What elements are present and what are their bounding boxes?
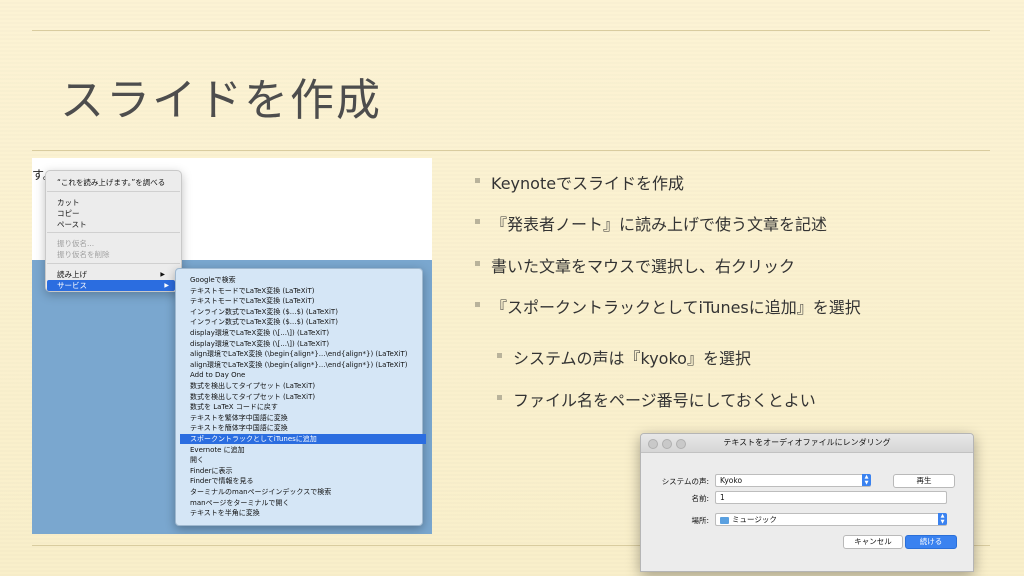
voice-label: システムの声: — [661, 477, 709, 486]
services-menu-item[interactable]: Finderで情報を見る — [180, 476, 426, 486]
bullet-2: 『発表者ノート』に読み上げで使う文章を記述 — [475, 211, 828, 235]
bullet-1: Keynoteでスライドを作成 — [475, 170, 685, 194]
close-window-icon[interactable] — [648, 439, 658, 449]
zoom-window-icon[interactable] — [676, 439, 686, 449]
dropdown-stepper-icon: ▲ ▼ — [938, 513, 947, 525]
context-menu: “これを読み上げます。”を調べる カットコピーペースト振り仮名... 振り仮名を削除… — [45, 170, 182, 292]
menu-item-label: 振り仮名... — [57, 239, 95, 248]
bullet-marker — [475, 178, 480, 183]
top-rule — [32, 30, 990, 31]
bullet-3: 書いた文章をマウスで選択し、右クリック — [475, 253, 796, 277]
services-submenu: Googleで検索 テキストモードでLaTeX変換 (LaTeXiT) テキストモー… — [175, 268, 426, 526]
bullet-marker — [475, 302, 480, 307]
menu-separator — [47, 191, 180, 192]
context-menu-item[interactable]: 読み上げ ▶ — [57, 269, 171, 280]
title-rule — [32, 150, 990, 151]
services-menu-item[interactable]: インライン数式でLaTeX変換 ($...$) (LaTeXiT) — [180, 307, 426, 317]
location-value: ミュージック — [732, 515, 777, 524]
submenu-arrow-icon: ▶ — [164, 282, 169, 289]
name-label: 名前: — [691, 494, 709, 503]
services-menu-item[interactable]: 数式を検出してタイプセット (LaTeXiT) — [180, 381, 426, 391]
menu-item-label: ペースト — [57, 220, 87, 229]
services-menu-item[interactable]: インライン数式でLaTeX変換 ($...$) (LaTeXiT) — [180, 317, 426, 327]
context-menu-screenshot: す。 “これを読み上げます。”を調べる カット コピー ペースト 振り仮名... 振り仮名… — [32, 158, 432, 534]
services-menu-item[interactable]: スポークントラックとしてiTunesに追加 — [180, 434, 426, 445]
bullet-4: 『スポークントラックとしてiTunesに追加』を選択 — [475, 294, 861, 318]
subbullet-1: システムの声は『kyoko』を選択 — [497, 345, 751, 369]
services-menu-item[interactable]: display環境でLaTeX変換 (\[...\]) (LaTeXiT) — [180, 328, 426, 338]
name-value: 1 — [720, 493, 725, 502]
cancel-button[interactable]: キャンセル — [843, 535, 903, 549]
context-menu-item: 振り仮名... — [57, 238, 171, 249]
slide-title: スライドを作成 — [60, 75, 382, 126]
play-button[interactable]: 再生 — [893, 474, 955, 488]
services-menu-item[interactable]: manページをターミナルで開く — [180, 498, 426, 508]
menu-item-label: サービス — [57, 281, 87, 290]
name-input[interactable]: 1 — [715, 491, 947, 504]
dropdown-stepper-icon: ▲ ▼ — [862, 474, 871, 486]
subbullet-2: ファイル名をページ番号にしておくとよい — [497, 387, 816, 411]
render-audio-dialog: テキストをオーディオファイルにレンダリング システムの声: Kyoko ▲ ▼ 再… — [640, 433, 974, 572]
bullet-marker — [497, 395, 502, 400]
voice-select[interactable]: Kyoko ▲ ▼ — [715, 474, 871, 487]
services-menu-item[interactable]: align環境でLaTeX変換 (\begin{align*}...\end{a… — [180, 360, 426, 370]
bullet-text: Keynoteでスライドを作成 — [491, 174, 685, 193]
services-menu-item[interactable]: Evernote に追加 — [180, 445, 426, 455]
context-menu-item[interactable]: コピー — [57, 208, 171, 219]
dialog-titlebar: テキストをオーディオファイルにレンダリング — [641, 434, 973, 453]
minimize-window-icon[interactable] — [662, 439, 672, 449]
continue-button[interactable]: 続ける — [905, 535, 957, 549]
menu-item-label: カット — [57, 198, 80, 207]
bullet-text: 『スポークントラックとしてiTunesに追加』を選択 — [491, 298, 861, 317]
services-menu-item[interactable]: Googleで検索 — [180, 275, 426, 285]
bullet-marker — [475, 219, 480, 224]
voice-value: Kyoko — [720, 476, 743, 485]
services-menu-item[interactable]: ターミナルのmanページインデックスで検索 — [180, 487, 426, 497]
services-menu-item[interactable]: 開く — [180, 455, 426, 465]
context-menu-item[interactable]: ペースト — [57, 219, 171, 230]
context-menu-item[interactable]: カット — [57, 197, 171, 208]
services-menu-item[interactable]: Finderに表示 — [180, 466, 426, 476]
menu-item-label: “これを読み上げます。”を調べる — [57, 178, 166, 187]
services-menu-item[interactable]: Add to Day One — [180, 370, 426, 380]
services-menu-item[interactable]: テキストモードでLaTeX変換 (LaTeXiT) — [180, 296, 426, 306]
services-menu-item[interactable]: display環境でLaTeX変換 (\[...\]) (LaTeXiT) — [180, 339, 426, 349]
dialog-title: テキストをオーディオファイルにレンダリング — [723, 438, 891, 447]
services-menu-item[interactable]: テキストモードでLaTeX変換 (LaTeXiT) — [180, 286, 426, 296]
location-select[interactable]: ミュージック ▲ ▼ — [715, 513, 947, 526]
bullet-text: 『発表者ノート』に読み上げで使う文章を記述 — [491, 215, 828, 234]
menu-separator — [47, 263, 180, 264]
menu-item-label: 読み上げ — [57, 270, 87, 279]
services-menu-item[interactable]: テキストを半角に変換 — [180, 508, 426, 518]
bullet-marker — [475, 261, 480, 266]
menu-item-label: コピー — [57, 209, 80, 218]
location-label: 場所: — [691, 516, 709, 525]
services-menu-item[interactable]: テキストを繁体字中国語に変換 — [180, 413, 426, 423]
bullet-text: 書いた文章をマウスで選択し、右クリック — [491, 257, 796, 276]
submenu-arrow-icon: ▶ — [160, 271, 165, 278]
bullet-text: システムの声は『kyoko』を選択 — [513, 349, 751, 368]
context-menu-item[interactable]: サービス ▶ — [47, 280, 175, 291]
bullet-text: ファイル名をページ番号にしておくとよい — [513, 391, 816, 410]
context-menu-item[interactable]: “これを読み上げます。”を調べる — [57, 177, 171, 188]
services-menu-item[interactable]: テキストを簡体字中国語に変換 — [180, 423, 426, 433]
folder-icon — [720, 516, 729, 524]
menu-item-label: 振り仮名を削除 — [57, 250, 110, 259]
context-menu-item: 振り仮名を削除 — [57, 249, 171, 260]
services-menu-item[interactable]: 数式を LaTeX コードに戻す — [180, 402, 426, 412]
bullet-marker — [497, 353, 502, 358]
services-menu-item[interactable]: align環境でLaTeX変換 (\begin{align*}...\end{a… — [180, 349, 426, 359]
menu-separator — [47, 232, 180, 233]
services-menu-item[interactable]: 数式を検出してタイプセット (LaTeXiT) — [180, 392, 426, 402]
